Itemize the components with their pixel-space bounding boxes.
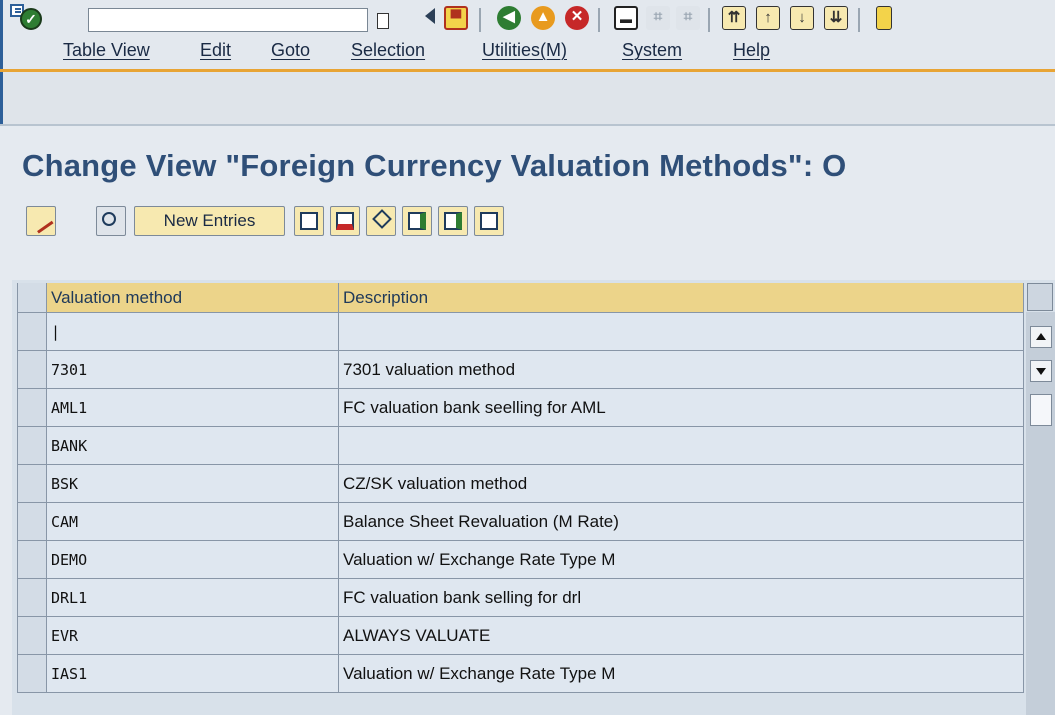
select-block-button[interactable] [438,206,468,236]
other-view-button[interactable] [96,206,126,236]
description-cell[interactable]: ALWAYS VALUATE [339,617,1024,655]
menu-utilities[interactable]: Utilities(M) [482,40,567,61]
find-icon[interactable]: ⌗ [646,6,670,30]
next-page-icon[interactable]: ↓ [790,6,814,30]
row-selector[interactable] [17,617,47,655]
valuation-method-cell[interactable]: CAM [47,503,339,541]
row-selector[interactable] [17,541,47,579]
description-cell[interactable]: FC valuation bank selling for drl [339,579,1024,617]
row-selector[interactable] [17,427,47,465]
magnifier-icon [102,212,116,226]
description-cell[interactable]: Balance Sheet Revaluation (M Rate) [339,503,1024,541]
description-cell[interactable]: Valuation w/ Exchange Rate Type M [339,541,1024,579]
select-all-button[interactable] [402,206,432,236]
select-all-rows-cell[interactable] [17,283,47,313]
delete-button[interactable] [330,206,360,236]
valuation-method-cell[interactable]: BSK [47,465,339,503]
menu-edit[interactable]: Edit [200,40,231,61]
valuation-method-cell[interactable]: DRL1 [47,579,339,617]
scroll-up-button[interactable] [1030,326,1052,348]
find-next-icon[interactable]: ⌗ [676,6,700,30]
row-selector[interactable] [17,351,47,389]
valuation-method-cell[interactable]: 7301 [47,351,339,389]
undo-change-button[interactable] [366,206,396,236]
copy-as-button[interactable] [294,206,324,236]
column-header-valuation-method[interactable]: Valuation method [47,283,339,313]
previous-page-icon[interactable]: ↑ [756,6,780,30]
command-history-icon[interactable] [377,13,389,29]
toolbar-separator [598,8,600,32]
toolbar-separator [708,8,710,32]
new-session-icon[interactable] [876,6,892,30]
row-selector[interactable] [17,313,47,351]
window-edge [0,72,3,126]
menu-help[interactable]: Help [733,40,770,61]
valuation-method-cell[interactable]: BANK [47,427,339,465]
command-field[interactable] [88,8,368,32]
row-selector[interactable] [17,465,47,503]
display-change-button[interactable] [26,206,56,236]
triangle-down-icon [1036,368,1046,375]
collapse-arrow-icon[interactable] [425,8,435,24]
menu-table-view[interactable]: Table View [63,40,150,61]
row-selector[interactable] [17,655,47,693]
cancel-icon[interactable]: ✕ [565,6,589,30]
menu-system[interactable]: System [622,40,682,61]
valuation-method-cell[interactable]: | [47,313,339,351]
deselect-all-button[interactable] [474,206,504,236]
description-cell[interactable] [339,427,1024,465]
valuation-method-cell[interactable]: AML1 [47,389,339,427]
back-icon[interactable]: ◀ [497,6,521,30]
description-cell[interactable]: 7301 valuation method [339,351,1024,389]
enter-check-icon[interactable]: ✓ [20,8,42,30]
toolbar-separator [858,8,860,32]
undo-icon [372,209,392,229]
deselect-all-icon [480,212,498,230]
last-page-icon[interactable]: ⇊ [824,6,848,30]
new-entries-button[interactable]: New Entries [134,206,285,236]
copy-icon [300,212,318,230]
save-icon[interactable]: ▀ [444,6,468,30]
valuation-method-cell[interactable]: DEMO [47,541,339,579]
window-edge [0,0,3,70]
scroll-down-button[interactable] [1030,360,1052,382]
delete-row-icon [336,212,354,230]
menu-selection[interactable]: Selection [351,40,425,61]
row-selector[interactable] [17,389,47,427]
description-cell[interactable]: Valuation w/ Exchange Rate Type M [339,655,1024,693]
valuation-method-cell[interactable]: EVR [47,617,339,655]
description-cell[interactable]: FC valuation bank seelling for AML [339,389,1024,427]
table-settings-icon[interactable] [1027,283,1053,311]
first-page-icon[interactable]: ⇈ [722,6,746,30]
description-cell[interactable]: CZ/SK valuation method [339,465,1024,503]
menu-goto[interactable]: Goto [271,40,310,61]
valuation-method-cell[interactable]: IAS1 [47,655,339,693]
select-block-icon [444,212,462,230]
row-selector[interactable] [17,503,47,541]
scroll-thumb[interactable] [1030,394,1052,426]
print-icon[interactable]: ▬ [614,6,638,30]
page-title: Change View "Foreign Currency Valuation … [22,148,847,183]
description-cell[interactable] [339,313,1024,351]
select-all-icon [408,212,426,230]
toolbar-separator [479,8,481,32]
system-toolbar [0,72,1055,126]
exit-icon[interactable]: ▲ [531,6,555,30]
column-header-description[interactable]: Description [339,283,1024,313]
row-selector[interactable] [17,579,47,617]
triangle-up-icon [1036,333,1046,340]
pencil-glasses-icon [28,208,54,234]
